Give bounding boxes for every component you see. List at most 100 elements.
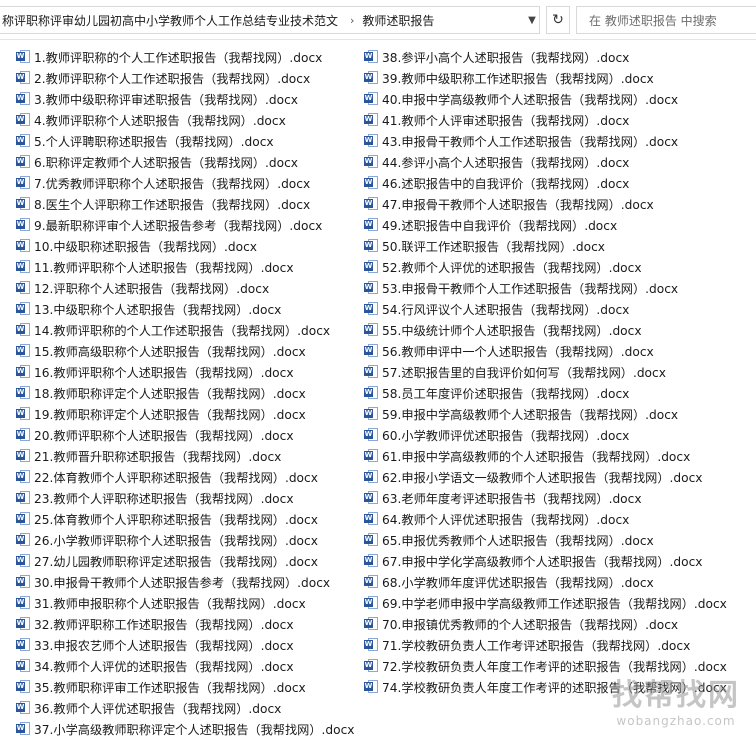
- file-item[interactable]: W 1.教师评职称的个人工作述职报告（我帮找网）.docx: [16, 46, 355, 67]
- file-item[interactable]: W 49.述职报告中自我评价（我帮找网）.docx: [364, 214, 727, 235]
- word-doc-icon: W: [364, 196, 379, 211]
- file-item[interactable]: W 57.述职报告里的自我评价如何写（我帮找网）.docx: [364, 361, 727, 382]
- chevron-down-icon[interactable]: ▼: [522, 7, 542, 33]
- file-item[interactable]: W 19.教师职称评定个人述职报告（我帮找网）.docx: [16, 403, 355, 424]
- file-name: 44.参评小高个人述职报告（我帮找网）.docx: [382, 155, 630, 170]
- file-item[interactable]: W 52.教师个人评优的述职报告（我帮找网）.docx: [364, 256, 727, 277]
- word-doc-icon: W: [364, 175, 379, 190]
- search-input[interactable]: 在 教师述职报告 中搜索: [576, 6, 756, 34]
- file-item[interactable]: W 4.教师评职称个人述职报告（我帮找网）.docx: [16, 109, 355, 130]
- file-item[interactable]: W 54.行风评议个人述职报告（我帮找网）.docx: [364, 298, 727, 319]
- file-item[interactable]: W 65.申报优秀教师个人述职报告（我帮找网）.docx: [364, 529, 727, 550]
- file-item[interactable]: W 64.教师个人评优述职报告（我帮找网）.docx: [364, 508, 727, 529]
- word-doc-icon: W: [16, 637, 31, 652]
- file-name: 34.教师个人评优的述职报告（我帮找网）.docx: [34, 659, 294, 674]
- word-doc-icon: W: [16, 133, 31, 148]
- file-name: 46.述职报告中的自我评价（我帮找网）.docx: [382, 176, 630, 191]
- file-item[interactable]: W 20.教师评职称个人述职报告（我帮找网）.docx: [16, 424, 355, 445]
- file-item[interactable]: W 10.中级职称述职报告（我帮找网）.docx: [16, 235, 355, 256]
- file-item[interactable]: W 37.小学高级教师职称评定个人述职报告（我帮找网）.docx: [16, 718, 355, 739]
- file-item[interactable]: W 23.教师个人评职称述职报告（我帮找网）.docx: [16, 487, 355, 508]
- file-item[interactable]: W 8.医生个人评职称工作述职报告（我帮找网）.docx: [16, 193, 355, 214]
- word-doc-icon: W: [364, 658, 379, 673]
- word-doc-icon: W: [364, 91, 379, 106]
- file-item[interactable]: W 44.参评小高个人述职报告（我帮找网）.docx: [364, 151, 727, 172]
- file-item[interactable]: W 38.参评小高个人述职报告（我帮找网）.docx: [364, 46, 727, 67]
- word-doc-icon: W: [16, 406, 31, 421]
- file-item[interactable]: W 71.学校教研负责人工作考评述职报告（我帮找网）.docx: [364, 634, 727, 655]
- file-item[interactable]: W 72.学校教研负责人年度工作考评的述职报告（我帮找网）.docx: [364, 655, 727, 676]
- watermark-logo: 找帮找网: [612, 678, 740, 713]
- word-doc-icon: W: [16, 679, 31, 694]
- breadcrumb-parent[interactable]: 称评职称评审幼儿园初高中小学教师个人工作总结专业技术范文: [0, 12, 344, 29]
- file-item[interactable]: W 7.优秀教师评职称个人述职报告（我帮找网）.docx: [16, 172, 355, 193]
- breadcrumb-separator[interactable]: ›: [344, 14, 360, 27]
- file-name: 38.参评小高个人述职报告（我帮找网）.docx: [382, 50, 630, 65]
- file-name: 18.教师职称评定个人述职报告（我帮找网）.docx: [34, 386, 306, 401]
- file-item[interactable]: W 6.职称评定教师个人述职报告（我帮找网）.docx: [16, 151, 355, 172]
- file-item[interactable]: W 2.教师评职称个人工作述职报告（我帮找网）.docx: [16, 67, 355, 88]
- word-doc-icon: W: [364, 511, 379, 526]
- file-name: 4.教师评职称个人述职报告（我帮找网）.docx: [34, 113, 286, 128]
- file-item[interactable]: W 26.小学教师评职称个人述职报告（我帮找网）.docx: [16, 529, 355, 550]
- file-item[interactable]: W 69.中学老师申报中学高级教师工作述职报告（我帮找网）.docx: [364, 592, 727, 613]
- file-item[interactable]: W 56.教师申评中一个人述职报告（我帮找网）.docx: [364, 340, 727, 361]
- file-item[interactable]: W 40.申报中学高级教师个人述职报告（我帮找网）.docx: [364, 88, 727, 109]
- breadcrumb[interactable]: 称评职称评审幼儿园初高中小学教师个人工作总结专业技术范文 › 教师述职报告: [0, 6, 540, 34]
- file-item[interactable]: W 15.教师高级职称个人述职报告（我帮找网）.docx: [16, 340, 355, 361]
- file-item[interactable]: W 62.申报小学语文一级教师个人述职报告（我帮找网）.docx: [364, 466, 727, 487]
- file-item[interactable]: W 16.教师评职称个人述职报告（我帮找网）.docx: [16, 361, 355, 382]
- file-item[interactable]: W 58.员工年度评价述职报告（我帮找网）.docx: [364, 382, 727, 403]
- refresh-icon[interactable]: ↻: [546, 6, 570, 34]
- file-item[interactable]: W 34.教师个人评优的述职报告（我帮找网）.docx: [16, 655, 355, 676]
- file-name: 6.职称评定教师个人述职报告（我帮找网）.docx: [34, 155, 298, 170]
- file-item[interactable]: W 32.教师评职称工作述职报告（我帮找网）.docx: [16, 613, 355, 634]
- file-item[interactable]: W 11.教师评职称个人述职报告（我帮找网）.docx: [16, 256, 355, 277]
- file-item[interactable]: W 21.教师晋升职称述职报告（我帮找网）.docx: [16, 445, 355, 466]
- file-item[interactable]: W 3.教师中级职称评审述职报告（我帮找网）.docx: [16, 88, 355, 109]
- file-name: 8.医生个人评职称工作述职报告（我帮找网）.docx: [34, 197, 311, 212]
- file-name: 55.中级统计师个人述职报告（我帮找网）.docx: [382, 323, 642, 338]
- file-item[interactable]: W 18.教师职称评定个人述职报告（我帮找网）.docx: [16, 382, 355, 403]
- file-item[interactable]: W 13.中级职称个人述职报告（我帮找网）.docx: [16, 298, 355, 319]
- file-item[interactable]: W 5.个人评聘职称述职报告（我帮找网）.docx: [16, 130, 355, 151]
- file-item[interactable]: W 47.申报骨干教师个人述职报告（我帮找网）.docx: [364, 193, 727, 214]
- file-item[interactable]: W 46.述职报告中的自我评价（我帮找网）.docx: [364, 172, 727, 193]
- word-doc-icon: W: [364, 679, 379, 694]
- file-item[interactable]: W 14.教师评职称的个人工作述职报告（我帮找网）.docx: [16, 319, 355, 340]
- word-doc-icon: W: [364, 427, 379, 442]
- file-item[interactable]: W 30.申报骨干教师个人述职报告参考（我帮找网）.docx: [16, 571, 355, 592]
- word-doc-icon: W: [364, 49, 379, 64]
- file-item[interactable]: W 68.小学教师年度评优述职报告（我帮找网）.docx: [364, 571, 727, 592]
- file-item[interactable]: W 53.申报骨干教师个人工作述职报告（我帮找网）.docx: [364, 277, 727, 298]
- file-item[interactable]: W 27.幼儿园教师职称评定述职报告（我帮找网）.docx: [16, 550, 355, 571]
- word-doc-icon: W: [364, 280, 379, 295]
- file-item[interactable]: W 33.申报农艺师个人述职报告（我帮找网）.docx: [16, 634, 355, 655]
- file-item[interactable]: W 67.申报中学化学高级教师个人述职报告（我帮找网）.docx: [364, 550, 727, 571]
- file-item[interactable]: W 60.小学教师评优述职报告（我帮找网）.docx: [364, 424, 727, 445]
- word-doc-icon: W: [16, 70, 31, 85]
- file-item[interactable]: W 50.联评工作述职报告（我帮找网）.docx: [364, 235, 727, 256]
- file-item[interactable]: W 63.老师年度考评述职报告书（我帮找网）.docx: [364, 487, 727, 508]
- file-item[interactable]: W 12.评职称个人述职报告（我帮找网）.docx: [16, 277, 355, 298]
- word-doc-icon: W: [364, 553, 379, 568]
- word-doc-icon: W: [16, 532, 31, 547]
- file-item[interactable]: W 9.最新职称评审个人述职报告参考（我帮找网）.docx: [16, 214, 355, 235]
- file-item[interactable]: W 36.教师个人评优述职报告（我帮找网）.docx: [16, 697, 355, 718]
- word-doc-icon: W: [364, 469, 379, 484]
- file-item[interactable]: W 55.中级统计师个人述职报告（我帮找网）.docx: [364, 319, 727, 340]
- file-item[interactable]: W 39.教师中级职称工作述职报告（我帮找网）.docx: [364, 67, 727, 88]
- file-item[interactable]: W 35.教师职称评审工作述职报告（我帮找网）.docx: [16, 676, 355, 697]
- file-item[interactable]: W 61.申报中学高级教师的个人述职报告（我帮找网）.docx: [364, 445, 727, 466]
- file-item[interactable]: W 59.申报中学高级教师个人述职报告（我帮找网）.docx: [364, 403, 727, 424]
- file-item[interactable]: W 22.体育教师个人评职称述职报告（我帮找网）.docx: [16, 466, 355, 487]
- file-name: 25.体育教师个人评职称述职报告（我帮找网）.docx: [34, 512, 318, 527]
- file-item[interactable]: W 31.教师申报职称个人述职报告（我帮找网）.docx: [16, 592, 355, 613]
- file-item[interactable]: W 25.体育教师个人评职称述职报告（我帮找网）.docx: [16, 508, 355, 529]
- file-name: 36.教师个人评优述职报告（我帮找网）.docx: [34, 701, 282, 716]
- file-item[interactable]: W 43.申报骨干教师个人工作述职报告（我帮找网）.docx: [364, 130, 727, 151]
- file-item[interactable]: W 70.申报镇优秀教师的个人述职报告（我帮找网）.docx: [364, 613, 727, 634]
- file-item[interactable]: W 41.教师个人评审述职报告（我帮找网）.docx: [364, 109, 727, 130]
- breadcrumb-current[interactable]: 教师述职报告: [360, 12, 440, 29]
- word-doc-icon: W: [364, 385, 379, 400]
